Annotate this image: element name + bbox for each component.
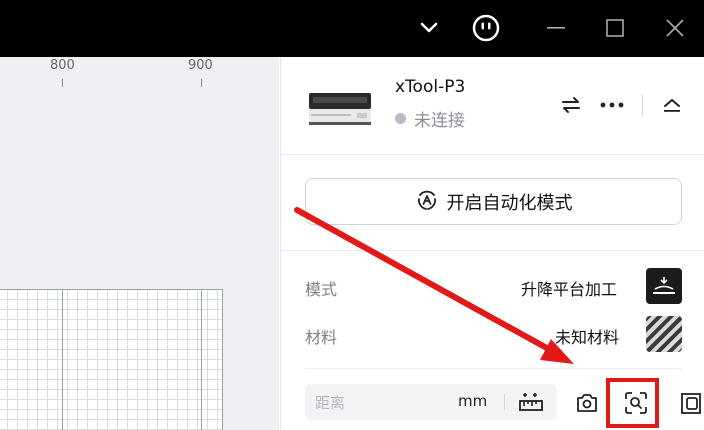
ruler-tick: [201, 79, 202, 87]
mode-value[interactable]: 升降平台加工: [521, 276, 617, 300]
ruler-label-900: 900: [188, 58, 213, 73]
mode-label: 模式: [305, 280, 338, 299]
material-label: 材料: [305, 328, 338, 347]
status-dot-icon: [395, 113, 406, 124]
material-pattern-icon[interactable]: [646, 316, 682, 352]
maximize-icon[interactable]: [595, 8, 635, 48]
device-image: [307, 89, 373, 127]
more-icon[interactable]: [597, 93, 627, 117]
status-text: 未连接: [414, 111, 465, 131]
ruler: 800 900: [0, 57, 279, 87]
grid-border: [0, 289, 223, 290]
distance-unit: mm: [458, 392, 488, 410]
divider: [281, 250, 704, 251]
title-bar: [0, 0, 704, 57]
highlight-box: [606, 378, 659, 428]
auto-mode-label: 开启自动化模式: [446, 192, 573, 214]
close-icon[interactable]: [655, 8, 695, 48]
divider: [642, 94, 643, 116]
camera-icon[interactable]: [573, 389, 601, 417]
material-value[interactable]: 未知材料: [555, 324, 619, 348]
ruler-tick: [62, 79, 63, 87]
divider: [305, 368, 682, 369]
frame-icon[interactable]: [677, 389, 704, 417]
divider: [504, 394, 505, 410]
grid-major-line: [201, 289, 202, 430]
auto-mode-icon: [415, 188, 439, 216]
connection-status: 未连接: [395, 106, 465, 131]
minimize-icon[interactable]: [536, 8, 576, 48]
chevron-down-icon[interactable]: [409, 8, 449, 48]
smiley-icon[interactable]: [466, 8, 506, 48]
swap-icon[interactable]: [558, 93, 584, 117]
measure-icon[interactable]: [517, 391, 545, 413]
divider: [281, 154, 704, 155]
lift-platform-icon[interactable]: [646, 268, 682, 304]
distance-placeholder: 距离: [315, 394, 346, 412]
collapse-icon[interactable]: [659, 93, 685, 117]
grid-major-line: [62, 289, 63, 430]
canvas-area[interactable]: 800 900: [0, 57, 279, 430]
auto-mode-button[interactable]: 开启自动化模式: [305, 178, 682, 225]
work-grid[interactable]: [0, 289, 222, 430]
device-name: xTool-P3: [395, 77, 466, 97]
distance-input[interactable]: 距离 mm: [305, 384, 557, 420]
grid-border: [222, 289, 223, 430]
ruler-label-800: 800: [50, 58, 75, 73]
device-panel: xTool-P3 未连接 开启自动化模式 模式 升降平台加工 材料 未知材料 距…: [280, 57, 704, 430]
